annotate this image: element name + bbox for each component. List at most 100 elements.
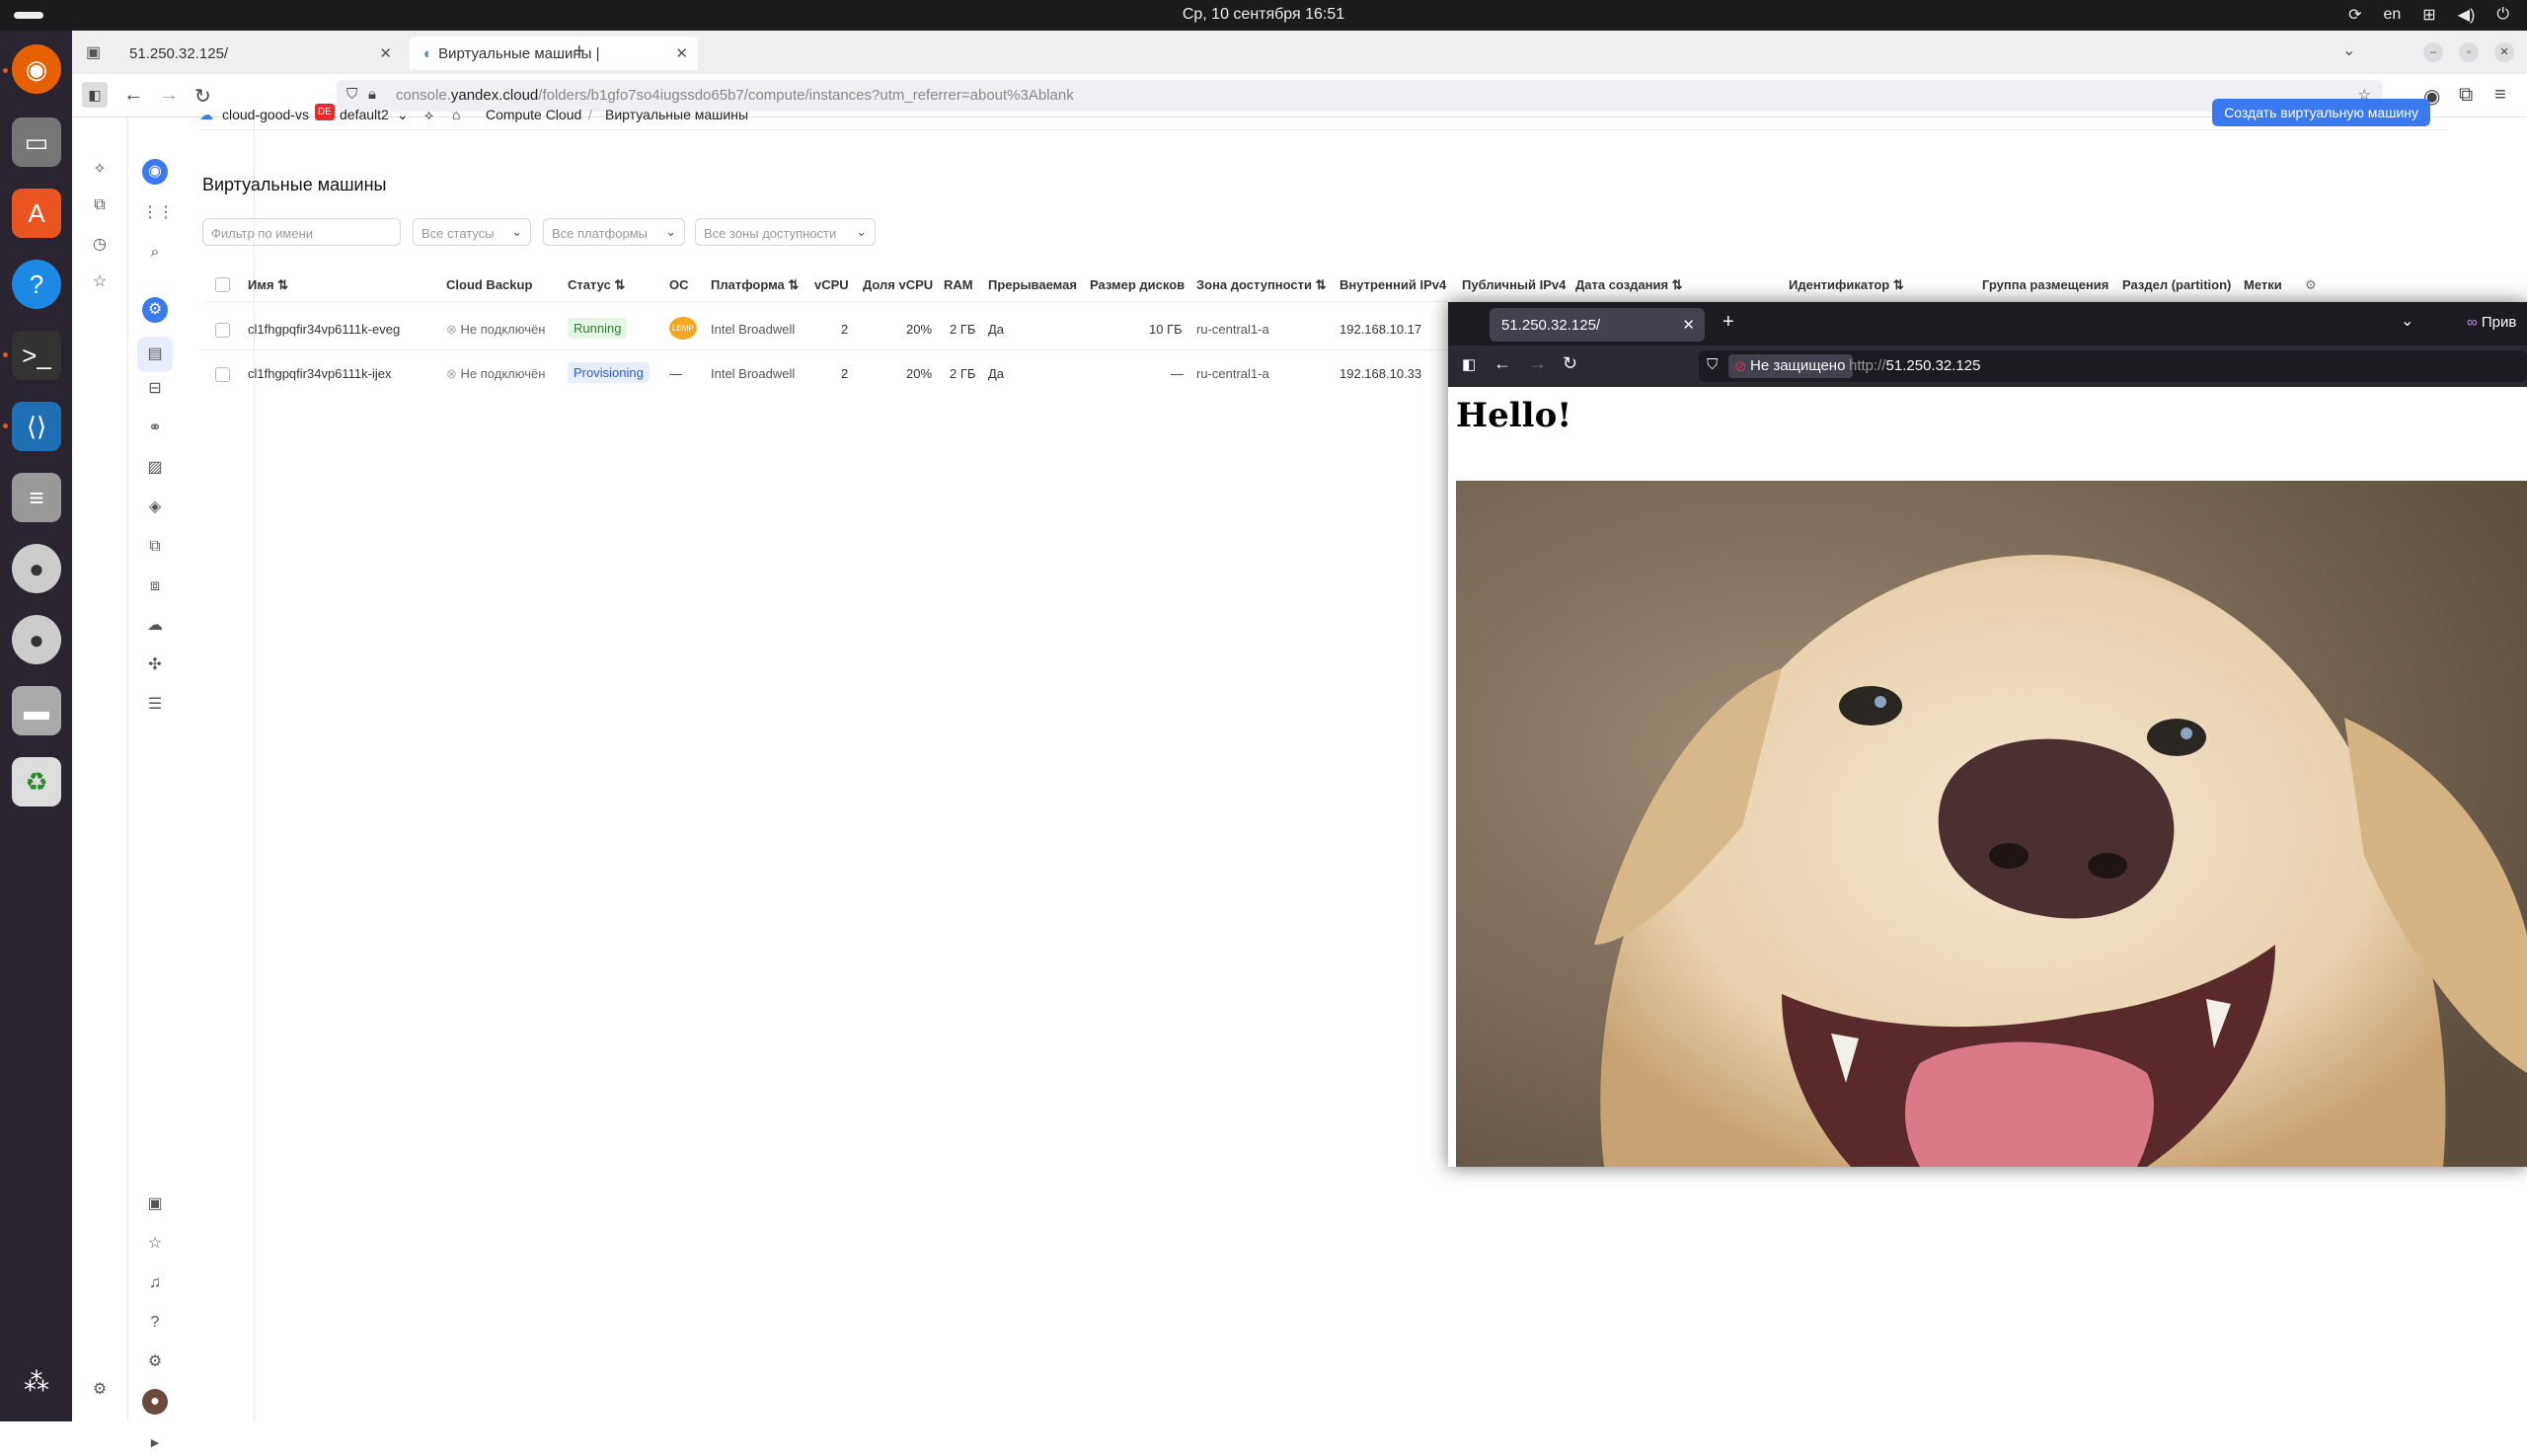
menu-icon[interactable]: ≡ <box>2494 84 2506 107</box>
nav-virtual-machines[interactable]: ▤ <box>137 337 173 372</box>
sidebar-icon[interactable]: ◧ <box>1462 355 1476 373</box>
system-tray[interactable]: ⟳ en ⊞ ◀) ⏻ <box>2348 5 2509 25</box>
column-header[interactable]: Дата создания ⇅ <box>1575 277 1683 293</box>
ai-chat-icon[interactable]: ✧ <box>88 159 112 183</box>
services-grid-icon[interactable]: ⋮⋮ <box>142 200 174 226</box>
close-icon[interactable]: ✕ <box>1682 316 1695 334</box>
history-icon[interactable]: ◷ <box>88 234 112 258</box>
disc-icon[interactable]: ● <box>12 615 61 664</box>
tab-ip[interactable]: 51.250.32.125/ ✕ <box>115 37 402 70</box>
row-checkbox[interactable] <box>215 323 230 338</box>
forward-icon[interactable]: → <box>159 84 179 107</box>
close-icon[interactable]: ✕ <box>675 44 688 62</box>
vscode-icon[interactable]: ⟨⟩ <box>12 402 61 451</box>
language-indicator[interactable]: en <box>2384 6 2402 24</box>
chevron-down-icon[interactable]: ⌄ <box>2342 40 2355 60</box>
column-header[interactable]: Платформа ⇅ <box>711 277 799 293</box>
chevron-down-icon[interactable]: ⌄ <box>2401 311 2413 331</box>
trash-icon[interactable]: ♻ <box>12 757 61 806</box>
breadcrumb-cloud[interactable]: cloud-good-vs <box>222 107 309 122</box>
name-filter-input[interactable]: Фильтр по имени <box>202 218 401 246</box>
nav-placement-groups[interactable]: ⚭ <box>142 416 168 441</box>
back-icon[interactable]: ← <box>123 84 143 107</box>
firefox-sidebar-rail: ✧ ⧉ ◷ ☆ ⚙ <box>72 117 128 1421</box>
disc-icon[interactable]: ● <box>12 544 61 593</box>
internal-ip: 192.168.10.33 <box>1340 366 1422 381</box>
breadcrumb-service[interactable]: Compute Cloud <box>486 107 581 122</box>
not-secure-badge[interactable]: ⊘ Не защищено <box>1728 354 1854 378</box>
text-editor-icon[interactable]: ≡ <box>12 473 61 522</box>
favorites-icon[interactable]: ☆ <box>142 1231 168 1257</box>
column-header[interactable]: Имя ⇅ <box>248 277 288 293</box>
column-header[interactable]: Зона доступности ⇅ <box>1196 277 1327 293</box>
home-icon[interactable]: ⌂ <box>452 107 460 122</box>
network-icon[interactable]: ⊞ <box>2422 5 2435 25</box>
app-center-icon[interactable]: A <box>12 189 61 238</box>
shield-icon[interactable]: ⛉ <box>1707 356 1718 373</box>
show-apps-icon[interactable]: ⁂ <box>12 1357 61 1407</box>
nodes-icon[interactable]: ⟡ <box>424 107 433 123</box>
bookmarks-icon[interactable]: ☆ <box>88 271 112 295</box>
table-settings-icon[interactable]: ⚙ <box>2305 277 2317 293</box>
reload-icon[interactable]: ↻ <box>1563 353 1577 374</box>
yandex-cloud-logo-icon[interactable]: ◉ <box>142 159 168 185</box>
nav-snapshots[interactable]: ◈ <box>142 495 168 520</box>
maximize-button[interactable]: ▫ <box>2459 42 2479 62</box>
power-icon[interactable]: ⏻ <box>2496 6 2509 24</box>
firefox-icon[interactable]: ◉ <box>12 44 61 94</box>
volume-icon[interactable]: ◀) <box>2458 5 2476 25</box>
platform-filter-select[interactable]: Все платформы ⌄ <box>543 218 685 246</box>
nav-dedicated-hosts[interactable]: ⧈ <box>142 574 168 599</box>
second-browser-window[interactable]: 51.250.32.125/ ✕ + ⌄ ∞ Прив ◧ ← → ↻ ⛉ ⊘ Н… <box>1448 302 2527 1167</box>
settings-icon[interactable]: ⚙ <box>142 1349 168 1375</box>
synced-tabs-icon[interactable]: ⧉ <box>88 196 112 220</box>
help-icon[interactable]: ? <box>142 1310 168 1336</box>
close-window-button[interactable]: ✕ <box>2494 42 2514 62</box>
chevron-down-icon[interactable]: ⌄ <box>397 107 409 123</box>
vm-name[interactable]: cl1fhgpqfir34vp6111k-ijex <box>248 366 392 381</box>
select-all-checkbox[interactable] <box>215 277 230 292</box>
avatar[interactable]: ● <box>142 1389 168 1415</box>
nav-instance-groups[interactable]: ⧉ <box>142 534 168 560</box>
new-tab-icon[interactable]: + <box>1723 311 1734 334</box>
column-header[interactable]: Идентификатор ⇅ <box>1789 277 1904 293</box>
create-vm-button[interactable]: Создать виртуальную машину <box>2212 99 2430 126</box>
help-icon[interactable]: ? <box>12 260 61 309</box>
column-header: Группа размещения <box>1982 277 2109 292</box>
vm-name[interactable]: cl1fhgpqfir34vp6111k-eveg <box>248 322 400 337</box>
nav-gpu-clusters[interactable]: ✣ <box>142 652 168 678</box>
nav-operations[interactable]: ☰ <box>142 692 168 718</box>
status-filter-select[interactable]: Все статусы ⌄ <box>413 218 531 246</box>
sync-icon[interactable]: ⟳ <box>2348 5 2361 25</box>
nav-cloud-backup[interactable]: ☁ <box>142 613 168 639</box>
zone-filter-select[interactable]: Все зоны доступности ⌄ <box>695 218 876 246</box>
notifications-icon[interactable]: ♫ <box>142 1270 168 1296</box>
sidebar-icon[interactable]: ◧ <box>82 82 108 108</box>
back-icon[interactable]: ← <box>1493 353 1511 374</box>
column-header[interactable]: Статус ⇅ <box>568 277 625 293</box>
customize-icon[interactable]: ⚙ <box>88 1379 112 1403</box>
search-icon[interactable]: ⌕ <box>142 240 168 266</box>
tab-ip[interactable]: 51.250.32.125/ ✕ <box>1490 308 1705 342</box>
collapse-icon[interactable]: ▶ <box>142 1430 168 1456</box>
url-bar[interactable]: ⛉ ⊘ Не защищено http://51.250.32.125 <box>1699 350 2527 382</box>
forward-icon[interactable]: → <box>1529 353 1547 374</box>
minimize-button[interactable]: – <box>2423 42 2443 62</box>
files-icon[interactable]: ▭ <box>12 117 61 167</box>
new-tab-icon[interactable]: + <box>574 40 585 63</box>
nav-disks[interactable]: ⊟ <box>142 376 168 402</box>
terminal-icon[interactable]: ▣ <box>142 1191 168 1217</box>
clock[interactable]: Ср, 10 сентября 16:51 <box>0 6 2527 24</box>
breadcrumb-folder[interactable]: default2 <box>340 107 389 122</box>
extensions-icon[interactable]: ⧉ <box>2459 84 2473 107</box>
close-icon[interactable]: ✕ <box>379 44 392 62</box>
nav-images[interactable]: ▨ <box>142 455 168 481</box>
compute-cloud-icon[interactable]: ⚙ <box>142 297 168 323</box>
tab-vms[interactable]: ◐ Виртуальные машины | ✕ <box>410 37 698 70</box>
chevron-down-icon: ⌄ <box>511 224 522 239</box>
row-checkbox[interactable] <box>215 367 230 382</box>
drive-icon[interactable]: ▬ <box>12 686 61 735</box>
terminal-icon[interactable]: >_ <box>12 331 61 380</box>
tab-list-icon[interactable]: ▣ <box>86 42 101 62</box>
nav-bar: ◧ ← → ↻ ⛉ ⊘ Не защищено http://51.250.32.… <box>1448 345 2527 387</box>
